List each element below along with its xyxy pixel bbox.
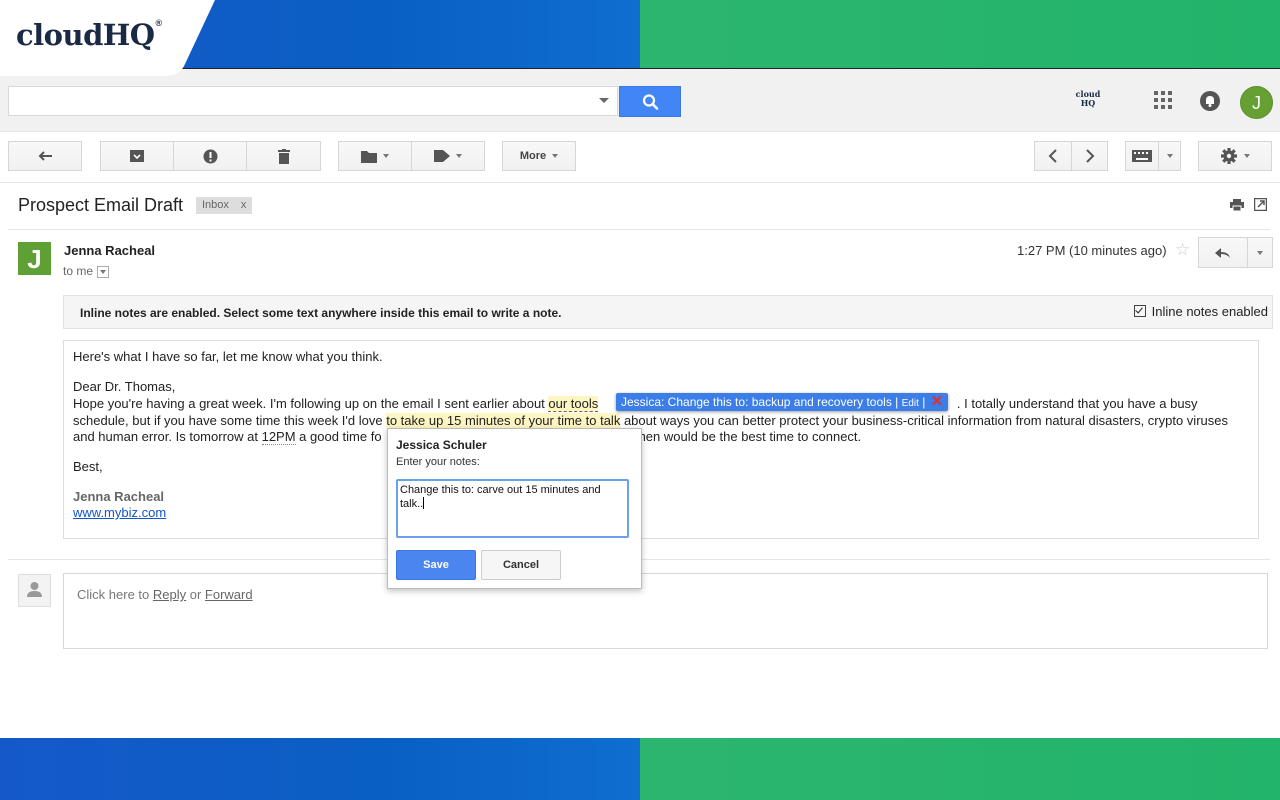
note-textarea[interactable]: Change this to: carve out 15 minutes and…	[396, 479, 629, 538]
reply-box[interactable]: Click here to Reply or Forward	[63, 573, 1268, 649]
reply-button[interactable]	[1198, 237, 1248, 268]
input-tools-dropdown[interactable]	[1158, 141, 1181, 171]
reply-arrow-icon	[1215, 247, 1230, 258]
settings-button[interactable]	[1198, 141, 1272, 171]
chevron-down-icon	[1166, 154, 1173, 158]
inbox-label-chip: Inbox x	[196, 197, 253, 214]
more-actions-dropdown[interactable]	[1247, 237, 1273, 268]
bottom-brand-band	[0, 738, 1280, 800]
sender-name: Jenna Racheal	[64, 243, 156, 258]
cloudhq-logo: cloudHQ®	[16, 18, 162, 52]
search-options-chevron-icon[interactable]	[599, 98, 609, 103]
band-green	[640, 0, 1280, 68]
chevron-down-icon	[456, 154, 462, 158]
gear-icon	[1221, 148, 1237, 164]
band-green	[640, 738, 1280, 800]
note-prompt-label: Enter your notes:	[396, 456, 480, 468]
email-body: Here's what I have so far, let me know w…	[63, 340, 1259, 539]
chevron-down-icon	[552, 154, 559, 158]
sender-avatar: J	[18, 242, 51, 275]
time-link[interactable]: 12PM	[261, 429, 296, 445]
noted-text-highlight[interactable]: our tools	[548, 396, 599, 412]
inline-notes-toggle[interactable]: Inline notes enabled	[1133, 304, 1268, 319]
archive-icon	[130, 150, 144, 162]
mail-toolbar: More	[0, 132, 1280, 183]
inline-notes-notice-text: Inline notes are enabled. Select some te…	[80, 306, 562, 320]
body-line: Best,	[73, 459, 103, 474]
body-line: Here's what I have so far, let me know w…	[73, 349, 383, 364]
labels-button[interactable]	[411, 141, 485, 171]
trash-icon	[277, 148, 290, 164]
report-spam-icon	[203, 149, 217, 163]
cloudhq-header-icon[interactable]: cloud HQ	[1074, 90, 1102, 112]
search-icon	[642, 94, 659, 110]
account-avatar[interactable]: J	[1240, 86, 1273, 119]
reply-avatar	[18, 574, 51, 607]
signature-name: Jenna Racheal	[73, 489, 165, 504]
newer-button[interactable]	[1034, 141, 1072, 171]
input-tools-button[interactable]	[1125, 141, 1159, 171]
move-to-button[interactable]	[338, 141, 412, 171]
search-button[interactable]	[619, 86, 681, 117]
delete-button[interactable]	[246, 141, 321, 171]
save-note-button[interactable]: Save	[396, 550, 476, 580]
inline-notes-notice: Inline notes are enabled. Select some te…	[63, 295, 1273, 329]
signature-link-line: www.mybiz.com	[73, 505, 166, 520]
mail-header: cloud HQ J	[0, 69, 1280, 132]
older-button[interactable]	[1071, 141, 1108, 171]
forward-link[interactable]: Forward	[205, 587, 253, 602]
star-icon[interactable]: ☆	[1175, 240, 1190, 260]
inline-note-tag[interactable]: Jessica: Change this to: backup and reco…	[616, 393, 949, 411]
print-icon[interactable]	[1230, 199, 1244, 211]
recipient-details-chevron-icon[interactable]	[97, 265, 110, 278]
recipient-line: to me	[63, 264, 110, 278]
apps-grid-icon[interactable]	[1154, 91, 1172, 109]
body-line: schedule, but if you have some time this…	[73, 413, 1228, 428]
subject-divider	[8, 229, 1270, 230]
chevron-left-icon	[1048, 149, 1057, 163]
folder-icon	[361, 150, 377, 163]
signature-link[interactable]: www.mybiz.com	[73, 505, 166, 520]
checkbox-checked-icon[interactable]	[1133, 305, 1146, 317]
archive-button[interactable]	[100, 141, 174, 171]
more-button[interactable]: More	[502, 141, 576, 171]
chevron-down-icon	[1244, 154, 1250, 158]
note-author: Jessica Schuler	[396, 438, 487, 452]
reply-link[interactable]: Reply	[153, 587, 186, 602]
chevron-down-icon	[383, 154, 389, 158]
body-line: Dear Dr. Thomas,	[73, 379, 176, 394]
back-arrow-icon	[38, 151, 52, 161]
delete-note-close-icon[interactable]: ✕	[931, 393, 944, 410]
note-editor-popup: Jessica Schuler Enter your notes: Change…	[387, 428, 642, 589]
keyboard-icon	[1132, 150, 1152, 162]
email-subject: Prospect Email Draft	[18, 195, 184, 215]
person-icon	[27, 582, 42, 597]
report-spam-button[interactable]	[173, 141, 247, 171]
more-label: More	[519, 150, 547, 162]
search-input[interactable]	[8, 86, 618, 116]
notifications-bell-icon[interactable]	[1199, 90, 1221, 112]
band-blue	[0, 738, 640, 800]
new-window-icon[interactable]	[1254, 198, 1267, 211]
cloudhq-logo-tab: cloudHQ®	[0, 0, 215, 76]
back-button[interactable]	[8, 141, 82, 171]
edit-note-link[interactable]: Edit	[902, 398, 919, 409]
text-cursor	[423, 497, 425, 509]
email-timestamp: 1:27 PM (10 minutes ago)	[1017, 243, 1167, 258]
chevron-down-icon	[1257, 250, 1263, 255]
cancel-note-button[interactable]: Cancel	[481, 550, 561, 580]
selected-text-highlight[interactable]: to take up 15 minutes of your time to ta…	[386, 413, 621, 428]
remove-label-button[interactable]: x	[241, 199, 247, 211]
label-tag-icon	[434, 150, 450, 162]
chevron-right-icon	[1085, 149, 1094, 163]
mail-app: cloud HQ J More Prospect Email Draft Inb…	[0, 68, 1280, 739]
